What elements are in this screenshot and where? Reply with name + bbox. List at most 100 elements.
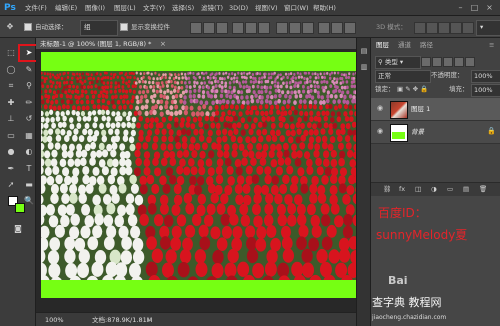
menu-edit[interactable]: 编辑(E) xyxy=(55,2,77,14)
eye-icon[interactable]: ◉ xyxy=(376,104,384,112)
layer-row-layer1[interactable]: ◉ 图层 1 xyxy=(371,98,500,121)
layer-row-background[interactable]: ◉ 背景 🔒 xyxy=(371,121,500,144)
panel-menu-icon[interactable]: ≡ xyxy=(489,40,494,50)
tab-paths[interactable]: 路径 xyxy=(420,40,433,50)
brush-icon[interactable]: ✏ xyxy=(22,96,36,110)
menu-3d[interactable]: 3D(D) xyxy=(229,2,248,14)
tulip-flower xyxy=(185,84,189,89)
close-icon[interactable]: × xyxy=(485,3,494,12)
path-select-icon[interactable]: ➚ xyxy=(4,178,18,192)
menu-view[interactable]: 视图(V) xyxy=(255,2,278,14)
minimize-icon[interactable]: – xyxy=(456,3,465,12)
tulip-flower xyxy=(173,121,179,128)
trash-icon[interactable]: 🗑 xyxy=(479,184,487,195)
auto-select-checkbox[interactable]: 自动选择： xyxy=(24,21,68,33)
distribute-center-icon[interactable] xyxy=(331,22,343,34)
eraser-icon[interactable]: ▭ xyxy=(4,129,18,143)
group-icon[interactable]: ▭ xyxy=(447,184,453,195)
3d-roll-icon[interactable] xyxy=(426,22,438,34)
tulip-flower xyxy=(51,149,58,158)
tulip-flower xyxy=(259,157,267,166)
background-color-swatch[interactable] xyxy=(15,203,25,213)
align-bottom-icon[interactable] xyxy=(216,22,228,34)
tulip-flower xyxy=(56,89,60,94)
fill-field[interactable]: 100% xyxy=(471,84,500,97)
tab-close-icon[interactable]: × xyxy=(160,39,168,49)
tulip-flower xyxy=(63,77,67,81)
menu-type[interactable]: 文字(Y) xyxy=(143,2,165,14)
opacity-field[interactable]: 100% xyxy=(471,70,500,83)
align-center-icon[interactable] xyxy=(245,22,257,34)
menu-window[interactable]: 窗口(W) xyxy=(284,2,309,14)
tulip-flower xyxy=(182,100,187,105)
shape-icon[interactable]: ▬ xyxy=(22,178,36,192)
eyedropper-icon[interactable]: ⚲ xyxy=(22,79,36,93)
auto-select-dropdown[interactable]: 组 xyxy=(80,20,118,36)
properties-panel-icon[interactable]: ▥ xyxy=(357,60,371,74)
distribute-bottom-icon[interactable] xyxy=(302,22,314,34)
type-icon[interactable]: T xyxy=(22,162,36,176)
layer-filter-dropdown[interactable]: ⚲ 类型 ▾ xyxy=(375,56,421,69)
move-tool-icon[interactable]: ➤ xyxy=(22,46,36,60)
distribute-right-icon[interactable] xyxy=(344,22,356,34)
tulip-flower xyxy=(245,165,253,175)
adjustment-icon[interactable]: ◑ xyxy=(431,184,437,195)
quick-mask-icon[interactable]: ◙ xyxy=(11,222,25,236)
healing-icon[interactable]: ✚ xyxy=(4,96,18,110)
distribute-top-icon[interactable] xyxy=(276,22,288,34)
filter-smart-icon[interactable] xyxy=(465,57,475,67)
filter-type-icon[interactable] xyxy=(443,57,453,67)
link-icon[interactable]: ⛓ xyxy=(383,184,391,195)
lock-icons[interactable]: ▣ ✎ ✥ 🔒 xyxy=(397,84,428,95)
tulip-flower xyxy=(76,79,79,84)
history-brush-icon[interactable]: ↺ xyxy=(22,112,36,126)
mask-icon[interactable]: ◫ xyxy=(415,184,421,195)
align-middle-icon[interactable] xyxy=(203,22,215,34)
align-left-icon[interactable] xyxy=(232,22,244,34)
menu-layer[interactable]: 图层(L) xyxy=(114,2,136,14)
tulip-flower xyxy=(205,71,208,75)
show-transform-checkbox[interactable]: 显示变换控件 xyxy=(120,21,170,33)
3d-scale-icon[interactable] xyxy=(462,22,474,34)
menu-image[interactable]: 图像(I) xyxy=(85,2,105,14)
filter-shape-icon[interactable] xyxy=(454,57,464,67)
stamp-icon[interactable]: ⊥ xyxy=(4,112,18,126)
distribute-left-icon[interactable] xyxy=(318,22,330,34)
lasso-icon[interactable]: ◯ xyxy=(4,63,18,77)
move-tool-preset-icon[interactable]: ✥ xyxy=(3,20,17,34)
zoom-readout[interactable]: 100% xyxy=(45,315,64,325)
menu-help[interactable]: 帮助(H) xyxy=(313,2,336,14)
tulip-flower xyxy=(52,165,60,175)
tab-channels[interactable]: 通道 xyxy=(398,40,411,50)
status-menu-icon[interactable]: ▸ xyxy=(148,315,151,325)
3d-rotate-icon[interactable] xyxy=(414,22,426,34)
workspace-switcher[interactable]: ▾ xyxy=(476,20,500,36)
distribute-middle-icon[interactable] xyxy=(289,22,301,34)
maximize-icon[interactable]: □ xyxy=(470,3,479,12)
menu-select[interactable]: 选择(S) xyxy=(172,2,194,14)
pen-icon[interactable]: ✒ xyxy=(4,162,18,176)
marquee-icon[interactable]: ⬚ xyxy=(4,46,18,60)
tab-layers[interactable]: 图层 xyxy=(376,40,389,50)
filter-pixel-icon[interactable] xyxy=(421,57,431,67)
history-panel-icon[interactable]: ▤ xyxy=(357,44,371,58)
menu-file[interactable]: 文件(F) xyxy=(25,2,47,14)
document-canvas[interactable] xyxy=(41,52,357,298)
menu-filter[interactable]: 滤镜(T) xyxy=(201,2,223,14)
tulip-flower xyxy=(117,84,121,89)
blur-icon[interactable]: ● xyxy=(4,145,18,159)
quick-select-icon[interactable]: ✎ xyxy=(22,63,36,77)
new-layer-icon[interactable]: ▤ xyxy=(463,184,469,195)
fx-icon[interactable]: fx xyxy=(399,184,405,195)
dodge-icon[interactable]: ◐ xyxy=(22,145,36,159)
blend-mode-dropdown[interactable]: 正常 xyxy=(375,70,431,83)
align-top-icon[interactable] xyxy=(190,22,202,34)
gradient-icon[interactable]: ▦ xyxy=(22,129,36,143)
align-right-icon[interactable] xyxy=(258,22,270,34)
filter-adjust-icon[interactable] xyxy=(432,57,442,67)
tulip-flower xyxy=(145,117,150,124)
crop-icon[interactable]: ⌗ xyxy=(4,79,18,93)
eye-icon[interactable]: ◉ xyxy=(376,127,384,135)
3d-slide-icon[interactable] xyxy=(450,22,462,34)
3d-drag-icon[interactable] xyxy=(438,22,450,34)
